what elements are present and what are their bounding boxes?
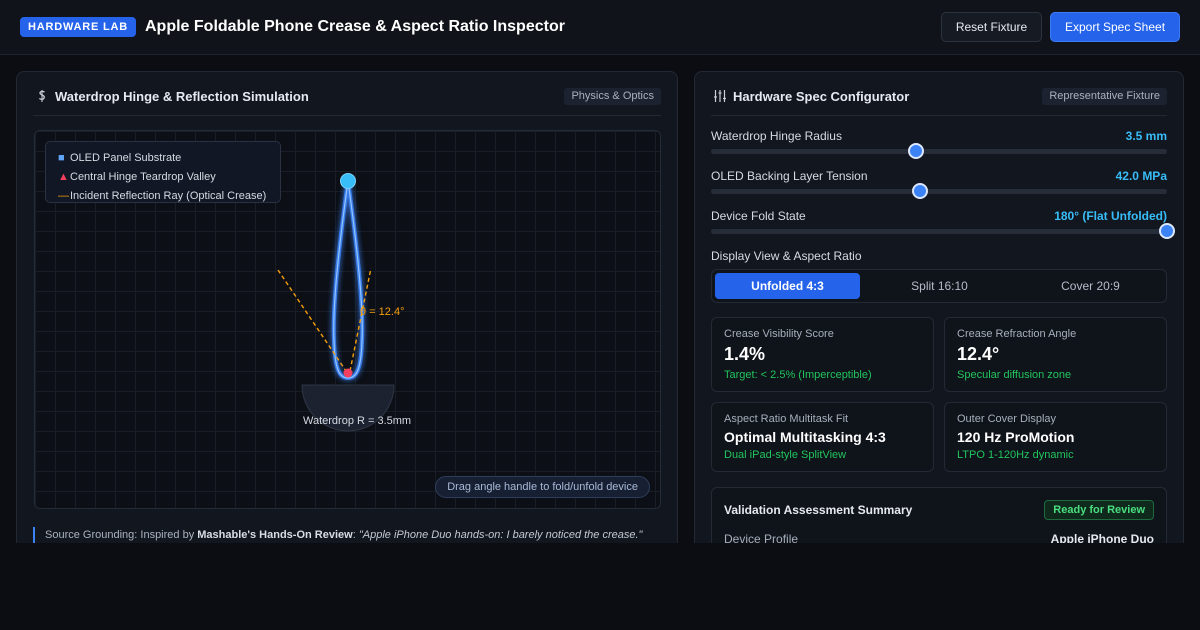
fold-state-value: 180° (Flat Unfolded) xyxy=(1054,209,1167,223)
page-title: Apple Foldable Phone Crease & Aspect Rat… xyxy=(145,18,565,35)
configurator-panel-title: Hardware Spec Configurator xyxy=(733,89,910,104)
radius-label: Waterdrop R = 3.5mm xyxy=(303,415,411,427)
view-option-split[interactable]: Split 16:10 xyxy=(867,273,1012,299)
oled-teardrop-path xyxy=(331,180,365,381)
top-bar: HARDWARE LAB Apple Foldable Phone Crease… xyxy=(0,0,1200,55)
cover-display-value: 120 Hz ProMotion xyxy=(957,429,1075,445)
reset-fixture-button[interactable]: Reset Fixture xyxy=(941,12,1042,42)
fold-state-slider-knob[interactable] xyxy=(1159,223,1175,239)
fold-state-slider[interactable] xyxy=(711,223,1175,239)
hinge-radius-control: Waterdrop Hinge Radius 3.5 mm xyxy=(711,129,1167,163)
hardware-lab-badge: HARDWARE LAB xyxy=(20,17,137,37)
simulation-legend: ■ OLED Panel Substrate ▲Central Hinge Tea… xyxy=(45,141,281,203)
backing-tension-slider[interactable] xyxy=(711,183,1167,199)
legend-substrate: ■ OLED Panel Substrate xyxy=(58,149,268,168)
square-icon: ■ xyxy=(58,152,65,164)
simulation-canvas[interactable]: θ = 12.4° Waterdrop R = 3.5mm ■ OLED Pane… xyxy=(34,130,661,509)
sliders-icon xyxy=(713,89,727,103)
hinge-radius-slider-knob[interactable] xyxy=(908,143,925,159)
source-quote: "Apple iPhone Duo hands-on: I barely not… xyxy=(358,529,643,541)
triangle-icon: ▲ xyxy=(58,171,69,183)
aspect-ratio-selector: Unfolded 4:3 Split 16:10 Cover 20:9 xyxy=(711,269,1167,303)
view-option-cover[interactable]: Cover 20:9 xyxy=(1018,273,1163,299)
legend-ray: —Incident Reflection Ray (Optical Crease… xyxy=(58,187,268,206)
aspect-fit-card: Aspect Ratio Multitask Fit Optimal Multi… xyxy=(711,402,934,472)
crease-visibility-value: 1.4% xyxy=(724,344,766,364)
simulation-panel-title: Waterdrop Hinge & Reflection Simulation xyxy=(55,89,309,104)
backing-tension-value: 42.0 MPa xyxy=(1115,169,1167,183)
physics-optics-tag: Physics & Optics xyxy=(564,88,661,105)
export-spec-sheet-button[interactable]: Export Spec Sheet xyxy=(1050,12,1180,42)
source-outlet: Mashable's Hands-On Review xyxy=(197,529,353,541)
display-view-label: Display View & Aspect Ratio xyxy=(711,249,862,263)
simulation-panel-header: Waterdrop Hinge & Reflection Simulation … xyxy=(33,86,661,116)
hinge-radius-value: 3.5 mm xyxy=(1125,129,1167,143)
cover-display-card: Outer Cover Display 120 Hz ProMotion LTP… xyxy=(944,402,1167,472)
configurator-panel-header: Hardware Spec Configurator Representativ… xyxy=(711,86,1167,116)
legend-valley: ▲Central Hinge Teardrop Valley xyxy=(58,168,268,187)
simulation-panel: Waterdrop Hinge & Reflection Simulation … xyxy=(16,71,678,571)
drag-hint: Drag angle handle to fold/unfold device xyxy=(435,476,650,498)
fold-state-control: Device Fold State 180° (Flat Unfolded) xyxy=(711,209,1175,243)
backing-tension-slider-knob[interactable] xyxy=(911,183,928,199)
aspect-fit-value: Optimal Multitasking 4:3 xyxy=(724,429,886,445)
refraction-angle-card: Crease Refraction Angle 12.4° Specular d… xyxy=(944,317,1167,392)
status-badge: Ready for Review xyxy=(1044,500,1154,520)
source-grounding-note: Source Grounding: Inspired by Mashable's… xyxy=(33,527,663,543)
angle-handle xyxy=(340,173,356,189)
angle-label: θ = 12.4° xyxy=(360,306,404,318)
hinge-radius-slider[interactable] xyxy=(711,143,1167,159)
view-option-unfolded[interactable]: Unfolded 4:3 xyxy=(715,273,860,299)
representative-fixture-tag: Representative Fixture xyxy=(1042,88,1167,105)
refraction-angle-value: 12.4° xyxy=(957,344,1000,364)
validation-title: Validation Assessment Summary xyxy=(724,503,913,517)
crease-visibility-card: Crease Visibility Score 1.4% Target: < 2… xyxy=(711,317,934,392)
viewport-bottom-area xyxy=(0,543,1200,630)
dash-icon: — xyxy=(58,190,69,202)
physics-icon xyxy=(35,89,49,103)
backing-tension-control: OLED Backing Layer Tension 42.0 MPa xyxy=(711,169,1167,203)
configurator-panel: Hardware Spec Configurator Representativ… xyxy=(694,71,1184,577)
hinge-valley-marker xyxy=(343,368,353,378)
